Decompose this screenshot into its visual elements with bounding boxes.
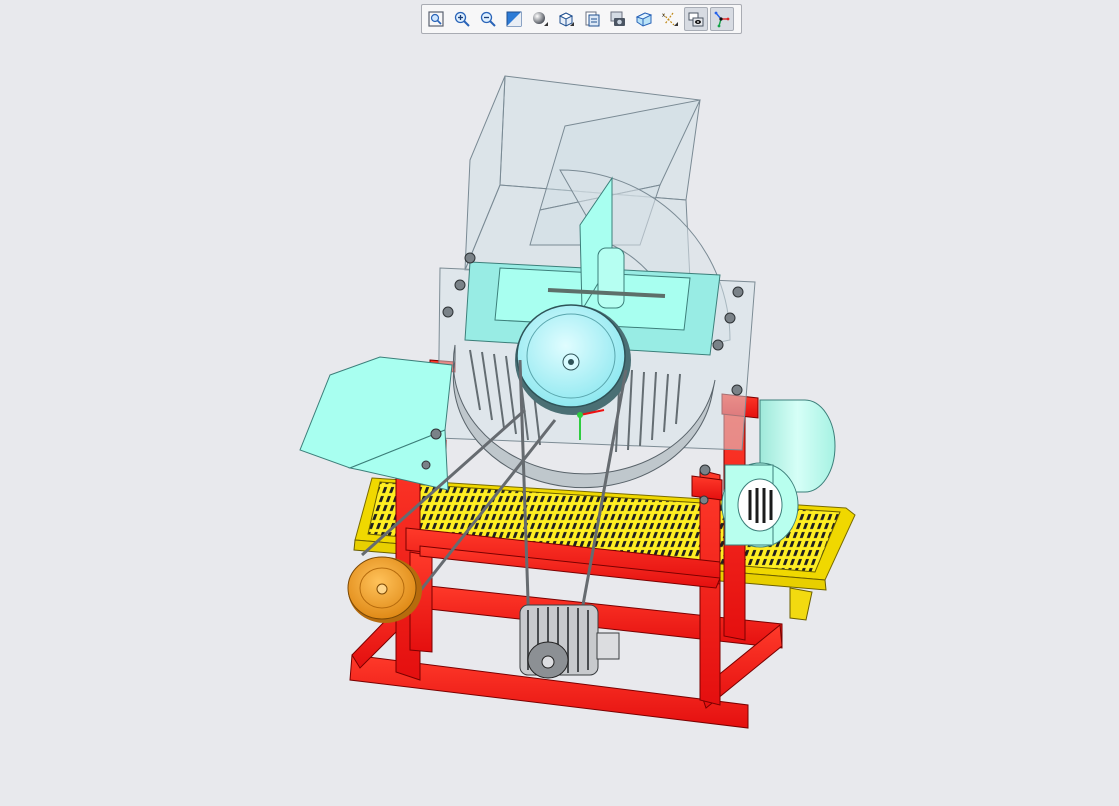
zoom-out-icon [479,10,497,28]
discharge-chute [299,356,453,491]
annotation-display-button[interactable] [684,7,708,31]
refit-icon [427,10,445,28]
view-toolbar: x [421,4,742,34]
view-manager-button[interactable] [580,7,604,31]
zoom-out-button[interactable] [476,7,500,31]
spin-center-icon [713,10,731,28]
render-capture-button[interactable] [606,7,630,31]
view-manager-icon [583,10,601,28]
svg-text:x: x [662,13,665,19]
flywheel-pulley [515,304,631,415]
datum-display-icon: x [661,10,679,28]
refit-button[interactable] [424,7,448,31]
zoom-in-icon [453,10,471,28]
render-capture-icon [609,10,627,28]
display-style-button[interactable] [528,7,552,31]
repaint-button[interactable] [502,7,526,31]
display-style-icon [531,10,549,28]
graphics-viewport[interactable] [0,38,1119,806]
zoom-in-button[interactable] [450,7,474,31]
saved-orientations-button[interactable] [554,7,578,31]
perspective-button[interactable] [632,7,656,31]
3d-model-view[interactable] [0,38,1119,806]
view-orientation-icon [557,10,575,28]
orange-drive-pulley [347,556,422,623]
annotation-display-icon [687,10,705,28]
spin-center-button[interactable] [710,7,734,31]
datum-display-button[interactable]: x [658,7,682,31]
perspective-icon [635,10,653,28]
repaint-icon [505,10,523,28]
